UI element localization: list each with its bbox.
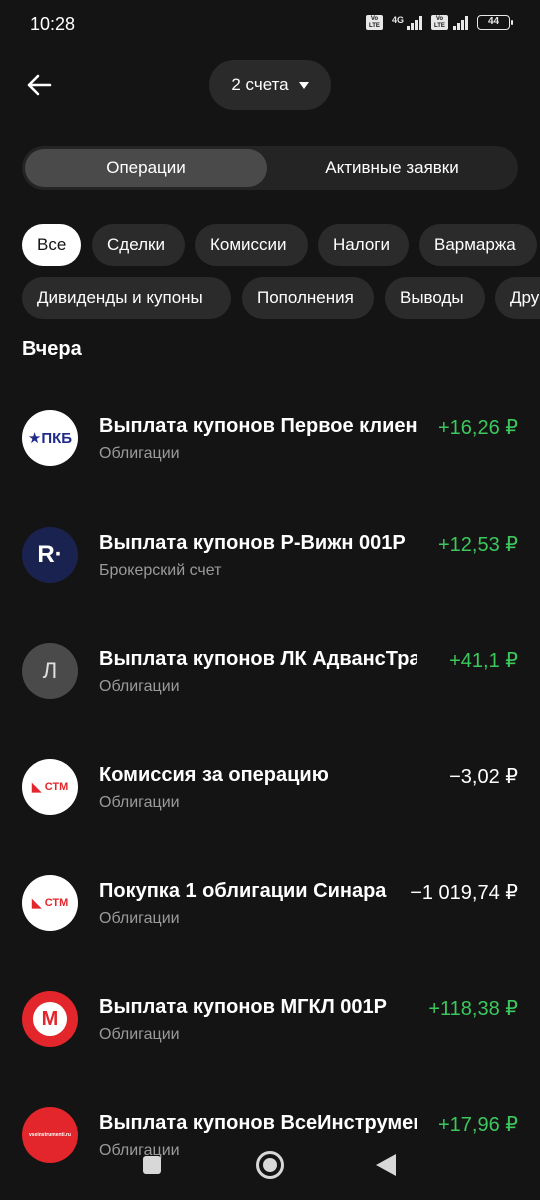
network-type: 4G: [391, 14, 404, 25]
letter-avatar: Л: [22, 643, 78, 699]
operation-subtitle: Облигации: [99, 678, 180, 695]
back-button[interactable]: [22, 68, 56, 102]
pkb-logo: ★ПКБ: [22, 410, 78, 466]
operation-amount: +118,38 ₽: [420, 996, 518, 1021]
operation-title: Выплата купонов ЛК АдвансТрак: [99, 648, 417, 670]
operation-subtitle: Облигации: [99, 1026, 180, 1043]
r-vision-logo: R·: [22, 527, 78, 583]
operation-amount: +12,53 ₽: [429, 532, 518, 557]
operation-title: Выплата купонов МГКЛ 001Р: [99, 996, 387, 1018]
volte-icon: Vo LTE: [431, 15, 448, 30]
operation-title: Выплата купонов ВсеИнструменты: [99, 1112, 417, 1134]
operation-title: Выплата купонов Первое клиентское: [99, 415, 417, 437]
operation-row[interactable]: R· Выплата купонов Р-Вижн 001Р Брокерски…: [0, 527, 540, 607]
recent-apps-icon[interactable]: [143, 1156, 161, 1174]
status-icons: Vo LTE 4G Vo LTE 44: [365, 14, 513, 30]
status-bar: 10:28 Vo LTE 4G Vo LTE 44: [0, 0, 540, 50]
filter-chip-other[interactable]: Другое: [495, 277, 540, 319]
stm-logo: ◣ СТМ: [22, 759, 78, 815]
operations-tabs: Операции Активные заявки: [22, 146, 518, 190]
operation-amount: +16,26 ₽: [429, 415, 518, 440]
operation-amount: −3,02 ₽: [441, 764, 518, 789]
section-title-yesterday: Вчера: [22, 338, 82, 360]
filter-chip-deposits[interactable]: Пополнения: [242, 277, 374, 319]
filter-chip-dividends[interactable]: Дивиденды и купоны: [22, 277, 231, 319]
battery-icon: 44: [477, 15, 513, 30]
signal-icon: [453, 15, 468, 30]
mgkl-logo: M: [22, 991, 78, 1047]
back-triangle-icon[interactable]: [376, 1154, 396, 1176]
stm-logo: ◣ СТМ: [22, 875, 78, 931]
caret-down-icon: [298, 81, 309, 89]
operation-amount: +17,96 ₽: [429, 1112, 518, 1137]
filter-chip-varmargin[interactable]: Вармаржа: [419, 224, 537, 266]
filter-chips-row-1: Все Сделки Комиссии Налоги Вармаржа: [0, 224, 540, 266]
operation-amount: +41,1 ₽: [441, 648, 518, 673]
stm-mark-icon: ◣: [31, 779, 42, 794]
account-selector-label: 2 счета: [231, 75, 289, 94]
operation-subtitle: Брокерский счет: [99, 562, 222, 579]
filter-chip-all[interactable]: Все: [22, 224, 81, 266]
operation-row[interactable]: ◣ СТМ Покупка 1 облигации Синара Облигац…: [0, 875, 540, 955]
operation-subtitle: Облигации: [99, 794, 180, 811]
operation-title: Комиссия за операцию: [99, 764, 329, 786]
volte-icon: Vo LTE: [365, 15, 383, 30]
operation-row[interactable]: ◣ СТМ Комиссия за операцию Облигации −3,…: [0, 759, 540, 839]
operation-title: Покупка 1 облигации Синара: [99, 880, 387, 902]
operation-amount: −1 019,74 ₽: [402, 880, 518, 905]
home-icon[interactable]: [256, 1151, 284, 1179]
filter-chip-withdrawals[interactable]: Выводы: [385, 277, 485, 319]
operation-row[interactable]: Л Выплата купонов ЛК АдвансТрак Облигаци…: [0, 643, 540, 723]
filter-chip-deals[interactable]: Сделки: [92, 224, 185, 266]
tab-active-orders[interactable]: Активные заявки: [269, 149, 515, 187]
status-time: 10:28: [30, 14, 76, 34]
stm-mark-icon: ◣: [31, 895, 42, 910]
arrow-left-icon: [27, 74, 52, 96]
tab-operations[interactable]: Операции: [25, 149, 267, 187]
filter-chips-row-2: Дивиденды и купоны Пополнения Выводы Дру…: [0, 277, 540, 319]
operation-title: Выплата купонов Р-Вижн 001Р: [99, 532, 406, 554]
system-nav-bar: [0, 1140, 540, 1200]
operation-row[interactable]: ★ПКБ Выплата купонов Первое клиентское О…: [0, 410, 540, 490]
operation-subtitle: Облигации: [99, 910, 180, 927]
operation-subtitle: Облигации: [99, 445, 180, 462]
account-selector[interactable]: 2 счета: [209, 60, 331, 110]
signal-icon: [407, 15, 422, 30]
filter-chip-commissions[interactable]: Комиссии: [195, 224, 308, 266]
filter-chip-taxes[interactable]: Налоги: [318, 224, 409, 266]
operation-row[interactable]: M Выплата купонов МГКЛ 001Р Облигации +1…: [0, 991, 540, 1071]
